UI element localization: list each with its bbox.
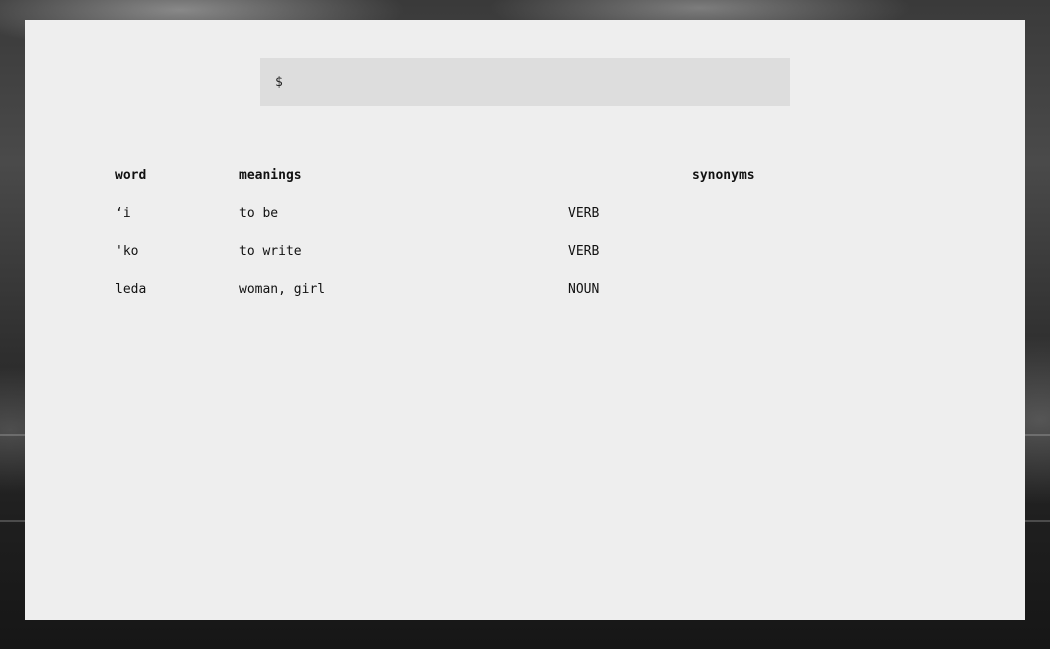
header-synonyms: synonyms [692,168,755,183]
search-bar[interactable]: $ [260,58,790,106]
dictionary-panel: $ word meanings synonyms ‘i to be VERB '… [25,20,1025,620]
meanings-cell: to be [239,206,279,221]
table-row[interactable]: leda woman, girl NOUN [115,280,975,300]
prompt-symbol: $ [275,74,283,90]
word-cell: 'ko [115,244,139,259]
table-row[interactable]: ‘i to be VERB [115,204,975,224]
pos-cell: VERB [568,206,600,221]
meanings-cell: to write [239,244,302,259]
table-row[interactable]: 'ko to write VERB [115,242,975,262]
pos-cell: VERB [568,244,600,259]
table-header: word meanings synonyms [115,166,975,186]
header-word: word [115,168,147,183]
word-cell: leda [115,282,147,297]
word-cell: ‘i [115,206,131,221]
search-input[interactable] [288,58,790,106]
meanings-cell: woman, girl [239,282,326,297]
header-meanings: meanings [239,168,302,183]
pos-cell: NOUN [568,282,600,297]
